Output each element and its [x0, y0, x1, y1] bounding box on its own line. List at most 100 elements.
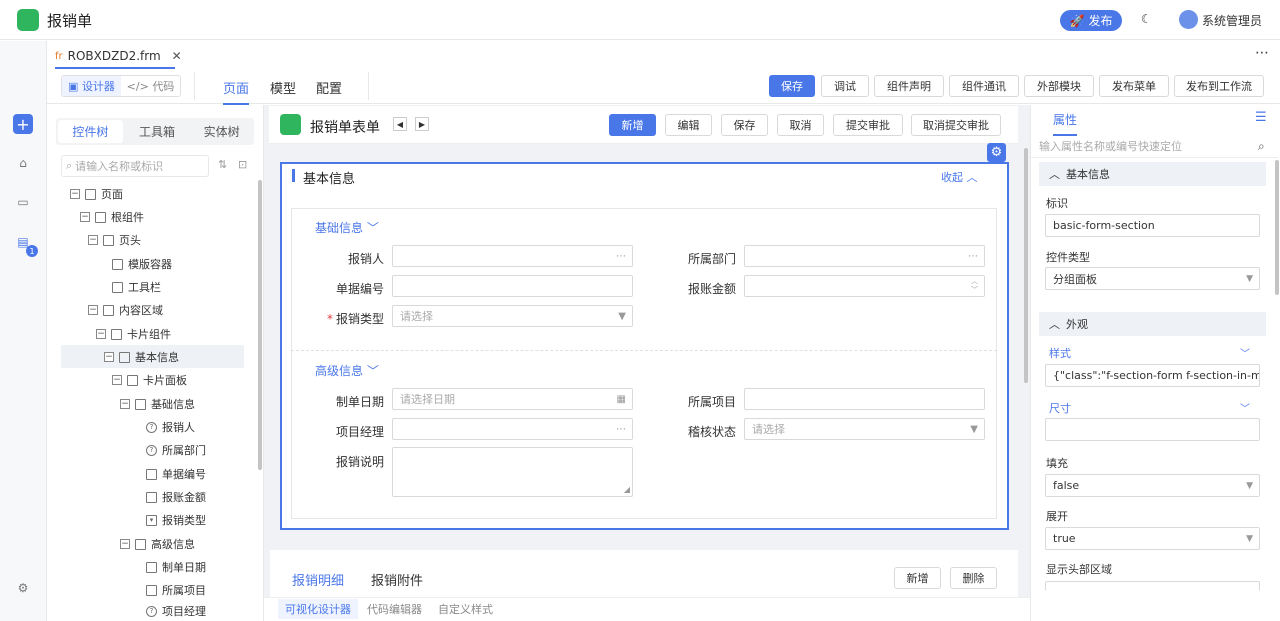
project-input[interactable] [744, 388, 985, 410]
prop-fill-select[interactable]: false ▼ [1045, 474, 1260, 497]
prop-style-input[interactable]: {"class":"f-section-form f-section-in-ma… [1045, 364, 1260, 387]
save-button[interactable]: 保存 [769, 75, 815, 97]
tab-entity-tree[interactable]: 实体树 [189, 118, 254, 145]
external-module-button[interactable]: 外部模块 [1024, 75, 1094, 97]
group-basic-info[interactable]: ︿ 基本信息 [1039, 162, 1266, 186]
tree-node-field[interactable]: ▾ 报销类型 [146, 510, 206, 530]
tree-scrollbar[interactable] [258, 180, 262, 470]
doc-no-input[interactable] [392, 275, 633, 297]
search-icon[interactable]: ⌕ [1258, 139, 1265, 154]
tree-node-content[interactable]: − 内容区域 [88, 300, 163, 320]
tree-node-advanced-group[interactable]: − 高级信息 [120, 534, 195, 554]
close-icon[interactable]: ✕ [172, 49, 182, 63]
publish-button[interactable]: 🚀 发布 [1060, 10, 1122, 31]
publish-workflow-button[interactable]: 发布到工作流 [1174, 75, 1264, 97]
audit-status-select[interactable]: 请选择 ▼ [744, 418, 985, 440]
detail-add-button[interactable]: 新增 [894, 567, 941, 589]
reimburser-input[interactable]: ⋯ [392, 245, 633, 267]
collapse-toggle-icon[interactable]: − [70, 189, 80, 199]
canvas-scrollbar[interactable] [1024, 148, 1028, 383]
advanced-subheading[interactable]: 高级信息 ﹀ [315, 362, 379, 379]
department-input[interactable]: ⋯ [744, 245, 985, 267]
tab-model[interactable]: 模型 [270, 78, 296, 97]
tree-node-field[interactable]: ? 所属部门 [146, 440, 206, 460]
list-menu-icon[interactable]: ☰ [1255, 110, 1267, 125]
stepper-icon[interactable]: ︿ ﹀ [971, 277, 978, 295]
prop-expand-select[interactable]: true ▼ [1045, 527, 1260, 550]
collapse-link[interactable]: 收起 ︿ [941, 169, 978, 185]
tree-node-card[interactable]: − 卡片组件 [96, 324, 171, 344]
group-appearance[interactable]: ︿ 外观 [1039, 312, 1266, 336]
tree-node-field[interactable]: ? 报销人 [146, 417, 195, 437]
create-date-picker[interactable]: 请选择日期 ▦ [392, 388, 633, 410]
reimb-type-select[interactable]: 请选择 ▼ [392, 305, 633, 327]
cancel-approval-button[interactable]: 取消提交审批 [911, 114, 1001, 136]
tree-node-card-panel[interactable]: − 卡片面板 [112, 370, 187, 390]
tab-detail[interactable]: 报销明细 [292, 570, 344, 589]
prop-size-input[interactable] [1045, 418, 1260, 441]
publish-menu-button[interactable]: 发布菜单 [1099, 75, 1169, 97]
tab-properties[interactable]: 属性 [1053, 111, 1078, 136]
expand-all-icon[interactable]: ⇅ [218, 158, 227, 171]
tree-node-basic-group[interactable]: − 基础信息 [120, 394, 195, 414]
user-name[interactable]: 系统管理员 [1202, 12, 1262, 29]
locate-icon[interactable]: ⊡ [238, 158, 247, 171]
tree-node-root[interactable]: − 根组件 [80, 207, 144, 227]
gear-icon[interactable]: ⚙ [987, 143, 1006, 162]
tree-node-field[interactable]: 制单日期 [146, 557, 206, 577]
tab-control-tree[interactable]: 控件树 [58, 120, 123, 143]
tree-node-page[interactable]: − 页面 [70, 184, 123, 204]
tree-node-field[interactable]: 报账金额 [146, 487, 206, 507]
collapse-toggle-icon[interactable]: − [88, 305, 98, 315]
collapse-toggle-icon[interactable]: − [104, 352, 114, 362]
collapse-toggle-icon[interactable]: − [88, 235, 98, 245]
tree-node-toolbar[interactable]: 工具栏 [112, 277, 161, 297]
user-avatar[interactable] [1179, 10, 1198, 29]
tab-config[interactable]: 配置 [316, 78, 342, 97]
tree-node-header[interactable]: − 页头 [88, 230, 141, 250]
moon-icon[interactable]: ☾ [1141, 12, 1152, 26]
tab-attachment[interactable]: 报销附件 [371, 570, 423, 589]
tree-node-field[interactable]: 单据编号 [146, 464, 206, 484]
basic-subheading[interactable]: 基础信息 ﹀ [315, 219, 379, 236]
home-icon[interactable]: ⌂ [13, 153, 33, 173]
add-icon[interactable]: + [13, 114, 33, 134]
pm-input[interactable]: ⋯ [392, 418, 633, 440]
file-tab[interactable]: fr ROBXDZD2.frm ✕ [55, 45, 182, 67]
detail-delete-button[interactable]: 删除 [950, 567, 997, 589]
monitor-icon[interactable]: ▭ [13, 192, 33, 212]
collapse-toggle-icon[interactable]: − [120, 539, 130, 549]
component-comm-button[interactable]: 组件通讯 [949, 75, 1019, 97]
collapse-toggle-icon[interactable]: − [96, 329, 106, 339]
next-arrow-icon[interactable]: ▶ [415, 117, 429, 131]
ellipsis-icon[interactable]: ⋯ [616, 251, 626, 262]
ellipsis-icon[interactable]: ⋯ [968, 251, 978, 262]
form-save-button[interactable]: 保存 [721, 114, 768, 136]
ellipsis-icon[interactable]: ⋯ [616, 424, 626, 435]
mode-code-button[interactable]: </> 代码 [121, 76, 180, 96]
amount-stepper[interactable]: ︿ ﹀ [744, 275, 985, 297]
tab-page[interactable]: 页面 [223, 78, 250, 105]
tab-visual-designer[interactable]: 可视化设计器 [278, 599, 358, 619]
tab-code-editor[interactable]: 代码编辑器 [360, 599, 429, 619]
chevron-down-icon[interactable]: ﹀ [1240, 345, 1250, 360]
more-icon[interactable]: ⋯ [1255, 45, 1269, 61]
property-scrollbar[interactable] [1275, 160, 1279, 295]
prop-type-select[interactable]: 分组面板 ▼ [1045, 267, 1260, 290]
form-cancel-button[interactable]: 取消 [777, 114, 824, 136]
tree-node-template[interactable]: 模版容器 [112, 254, 172, 274]
tab-custom-style[interactable]: 自定义样式 [431, 599, 500, 619]
prop-id-input[interactable]: basic-form-section [1045, 214, 1260, 237]
tree-node-field[interactable]: ? 项目经理 [146, 602, 206, 620]
resize-handle-icon[interactable]: ◢ [624, 485, 630, 494]
form-add-button[interactable]: 新增 [609, 114, 656, 136]
debug-button[interactable]: 调试 [821, 75, 869, 97]
form-edit-button[interactable]: 编辑 [665, 114, 712, 136]
tree-node-basic-info[interactable]: − 基本信息 [104, 347, 179, 367]
mode-designer-button[interactable]: ▣ 设计器 [62, 76, 121, 96]
collapse-toggle-icon[interactable]: − [112, 375, 122, 385]
property-search-input[interactable]: 输入属性名称或编号快速定位 [1031, 135, 1278, 158]
settings-icon[interactable]: ⚙ [13, 578, 33, 598]
collapse-toggle-icon[interactable]: − [80, 212, 90, 222]
prop-header-select[interactable] [1045, 581, 1260, 591]
